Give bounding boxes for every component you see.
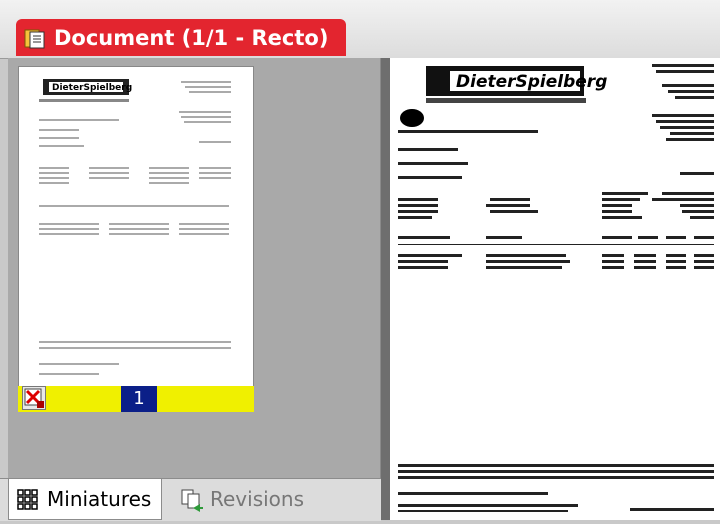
thumbnail-status-bar: 1 (18, 386, 254, 412)
delete-page-icon[interactable] (22, 386, 46, 410)
tab-revisions[interactable]: Revisions (172, 479, 332, 519)
tab-miniatures[interactable]: Miniatures (8, 479, 162, 520)
thumbnail-pane[interactable]: DieterSpielberg 1 (8, 58, 381, 478)
grid-icon (17, 488, 39, 510)
document-folder-icon (24, 27, 46, 49)
page-number-badge: 1 (121, 386, 157, 412)
thumb-logo: DieterSpielberg (52, 83, 132, 93)
page-thumbnail[interactable]: DieterSpielberg (18, 66, 254, 390)
page-logo: DieterSpielberg (456, 72, 607, 92)
pane-tab-strip: Miniatures Revisions (0, 478, 381, 521)
document-tab-title: Document (1/1 - Recto) (54, 25, 329, 50)
title-bar: Document (1/1 - Recto) (0, 0, 720, 59)
tab-revisions-label: Revisions (210, 487, 305, 511)
revisions-icon (180, 488, 203, 512)
page-preview[interactable]: DieterSpielberg (390, 58, 720, 520)
tab-miniatures-label: Miniatures (47, 487, 152, 511)
stamp-mark (400, 109, 424, 127)
document-tab[interactable]: Document (1/1 - Recto) (16, 19, 346, 56)
